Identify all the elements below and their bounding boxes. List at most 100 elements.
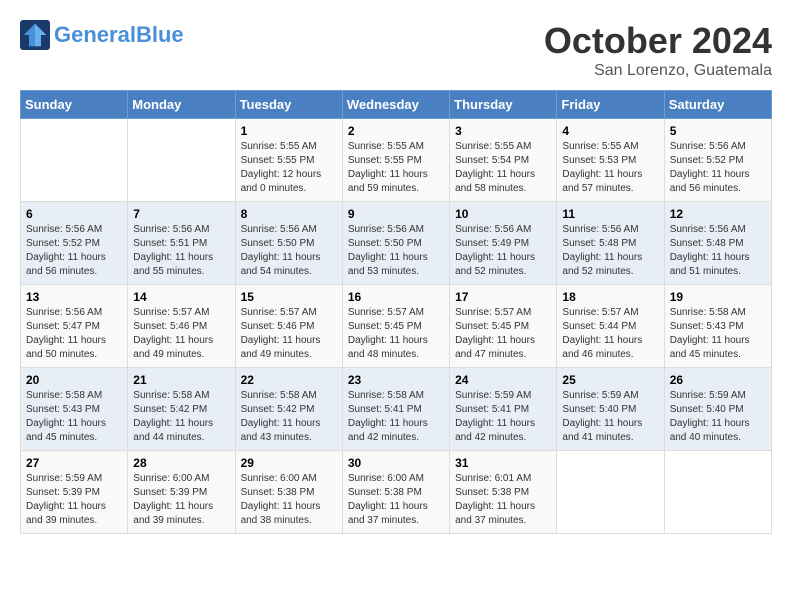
day-cell: 27 Sunrise: 5:59 AMSunset: 5:39 PMDayligh… (21, 451, 128, 534)
day-number: 26 (670, 373, 766, 387)
logo-general: General (54, 22, 136, 47)
day-info: Sunrise: 5:56 AMSunset: 5:47 PMDaylight:… (26, 306, 122, 362)
day-cell: 5 Sunrise: 5:56 AMSunset: 5:52 PMDaylight… (664, 119, 771, 202)
day-number: 29 (241, 456, 337, 470)
day-cell: 10 Sunrise: 5:56 AMSunset: 5:49 PMDayligh… (450, 202, 557, 285)
day-info: Sunrise: 5:57 AMSunset: 5:46 PMDaylight:… (241, 306, 337, 362)
day-info: Sunrise: 5:58 AMSunset: 5:41 PMDaylight:… (348, 389, 444, 445)
calendar-title: October 2024 (544, 20, 772, 62)
day-info: Sunrise: 5:57 AMSunset: 5:46 PMDaylight:… (133, 306, 229, 362)
week-row-1: 1Sunrise: 5:55 AMSunset: 5:55 PMDaylight… (21, 119, 772, 202)
calendar-table: Sunday Monday Tuesday Wednesday Thursday… (20, 90, 772, 534)
day-info: Sunrise: 5:57 AMSunset: 5:44 PMDaylight:… (562, 306, 658, 362)
day-info: Sunrise: 5:59 AMSunset: 5:40 PMDaylight:… (670, 389, 766, 445)
day-cell (664, 451, 771, 534)
logo-blue: Blue (136, 22, 184, 47)
day-cell: 29Sunrise: 6:00 AMSunset: 5:38 PMDayligh… (235, 451, 342, 534)
day-info: Sunrise: 5:56 AMSunset: 5:52 PMDaylight:… (670, 140, 766, 196)
day-number: 21 (133, 373, 229, 387)
week-row-5: 27 Sunrise: 5:59 AMSunset: 5:39 PMDayligh… (21, 451, 772, 534)
col-thursday: Thursday (450, 91, 557, 119)
day-number: 30 (348, 456, 444, 470)
title-block: October 2024 San Lorenzo, Guatemala (544, 20, 772, 80)
day-info: Sunrise: 5:59 AMSunset: 5:40 PMDaylight:… (562, 389, 658, 445)
day-info: Sunrise: 5:55 AMSunset: 5:55 PMDaylight:… (241, 140, 337, 196)
day-cell: 26 Sunrise: 5:59 AMSunset: 5:40 PMDayligh… (664, 368, 771, 451)
day-cell: 25 Sunrise: 5:59 AMSunset: 5:40 PMDayligh… (557, 368, 664, 451)
day-number: 5 (670, 124, 766, 138)
day-number: 2 (348, 124, 444, 138)
day-number: 15 (241, 290, 337, 304)
day-number: 16 (348, 290, 444, 304)
week-row-3: 13 Sunrise: 5:56 AMSunset: 5:47 PMDayligh… (21, 285, 772, 368)
day-info: Sunrise: 5:58 AMSunset: 5:42 PMDaylight:… (241, 389, 337, 445)
day-number: 7 (133, 207, 229, 221)
day-number: 11 (562, 207, 658, 221)
logo-icon (20, 20, 50, 50)
day-cell (557, 451, 664, 534)
day-cell: 6 Sunrise: 5:56 AMSunset: 5:52 PMDaylight… (21, 202, 128, 285)
day-info: Sunrise: 5:58 AMSunset: 5:42 PMDaylight:… (133, 389, 229, 445)
day-cell: 20 Sunrise: 5:58 AMSunset: 5:43 PMDayligh… (21, 368, 128, 451)
day-info: Sunrise: 5:56 AMSunset: 5:49 PMDaylight:… (455, 223, 551, 279)
day-number: 6 (26, 207, 122, 221)
day-cell: 15 Sunrise: 5:57 AMSunset: 5:46 PMDayligh… (235, 285, 342, 368)
day-number: 28 (133, 456, 229, 470)
day-info: Sunrise: 5:56 AMSunset: 5:52 PMDaylight:… (26, 223, 122, 279)
day-info: Sunrise: 5:55 AMSunset: 5:55 PMDaylight:… (348, 140, 444, 196)
day-number: 10 (455, 207, 551, 221)
day-info: Sunrise: 5:55 AMSunset: 5:53 PMDaylight:… (562, 140, 658, 196)
day-number: 20 (26, 373, 122, 387)
day-cell: 14Sunrise: 5:57 AMSunset: 5:46 PMDayligh… (128, 285, 235, 368)
day-number: 8 (241, 207, 337, 221)
header-row: Sunday Monday Tuesday Wednesday Thursday… (21, 91, 772, 119)
day-info: Sunrise: 5:58 AMSunset: 5:43 PMDaylight:… (670, 306, 766, 362)
day-info: Sunrise: 5:58 AMSunset: 5:43 PMDaylight:… (26, 389, 122, 445)
day-cell: 21 Sunrise: 5:58 AMSunset: 5:42 PMDayligh… (128, 368, 235, 451)
day-cell: 9 Sunrise: 5:56 AMSunset: 5:50 PMDaylight… (342, 202, 449, 285)
calendar-header: Sunday Monday Tuesday Wednesday Thursday… (21, 91, 772, 119)
day-number: 12 (670, 207, 766, 221)
day-number: 27 (26, 456, 122, 470)
col-saturday: Saturday (664, 91, 771, 119)
day-cell: 13 Sunrise: 5:56 AMSunset: 5:47 PMDayligh… (21, 285, 128, 368)
col-tuesday: Tuesday (235, 91, 342, 119)
day-cell: 3 Sunrise: 5:55 AMSunset: 5:54 PMDaylight… (450, 119, 557, 202)
day-info: Sunrise: 5:56 AMSunset: 5:50 PMDaylight:… (348, 223, 444, 279)
day-number: 19 (670, 290, 766, 304)
day-info: Sunrise: 5:56 AMSunset: 5:51 PMDaylight:… (133, 223, 229, 279)
col-friday: Friday (557, 91, 664, 119)
day-info: Sunrise: 5:56 AMSunset: 5:50 PMDaylight:… (241, 223, 337, 279)
day-number: 25 (562, 373, 658, 387)
day-cell: 2 Sunrise: 5:55 AMSunset: 5:55 PMDaylight… (342, 119, 449, 202)
day-number: 13 (26, 290, 122, 304)
day-number: 31 (455, 456, 551, 470)
day-cell: 28Sunrise: 6:00 AMSunset: 5:39 PMDayligh… (128, 451, 235, 534)
day-cell: 7 Sunrise: 5:56 AMSunset: 5:51 PMDaylight… (128, 202, 235, 285)
day-cell: 19 Sunrise: 5:58 AMSunset: 5:43 PMDayligh… (664, 285, 771, 368)
day-cell: 1Sunrise: 5:55 AMSunset: 5:55 PMDaylight… (235, 119, 342, 202)
day-number: 18 (562, 290, 658, 304)
day-cell: 18 Sunrise: 5:57 AMSunset: 5:44 PMDayligh… (557, 285, 664, 368)
day-cell: 31Sunrise: 6:01 AMSunset: 5:38 PMDayligh… (450, 451, 557, 534)
col-wednesday: Wednesday (342, 91, 449, 119)
day-cell (128, 119, 235, 202)
day-info: Sunrise: 5:57 AMSunset: 5:45 PMDaylight:… (348, 306, 444, 362)
logo: GeneralBlue (20, 20, 184, 50)
day-cell: 17Sunrise: 5:57 AMSunset: 5:45 PMDayligh… (450, 285, 557, 368)
day-info: Sunrise: 5:59 AMSunset: 5:39 PMDaylight:… (26, 472, 122, 528)
day-number: 24 (455, 373, 551, 387)
day-number: 3 (455, 124, 551, 138)
day-info: Sunrise: 5:56 AMSunset: 5:48 PMDaylight:… (670, 223, 766, 279)
week-row-4: 20 Sunrise: 5:58 AMSunset: 5:43 PMDayligh… (21, 368, 772, 451)
day-number: 9 (348, 207, 444, 221)
day-info: Sunrise: 5:57 AMSunset: 5:45 PMDaylight:… (455, 306, 551, 362)
col-monday: Monday (128, 91, 235, 119)
day-info: Sunrise: 5:55 AMSunset: 5:54 PMDaylight:… (455, 140, 551, 196)
day-cell: 23Sunrise: 5:58 AMSunset: 5:41 PMDayligh… (342, 368, 449, 451)
calendar-body: 1Sunrise: 5:55 AMSunset: 5:55 PMDaylight… (21, 119, 772, 534)
week-row-2: 6 Sunrise: 5:56 AMSunset: 5:52 PMDaylight… (21, 202, 772, 285)
day-cell: 16 Sunrise: 5:57 AMSunset: 5:45 PMDayligh… (342, 285, 449, 368)
day-number: 22 (241, 373, 337, 387)
day-info: Sunrise: 5:56 AMSunset: 5:48 PMDaylight:… (562, 223, 658, 279)
